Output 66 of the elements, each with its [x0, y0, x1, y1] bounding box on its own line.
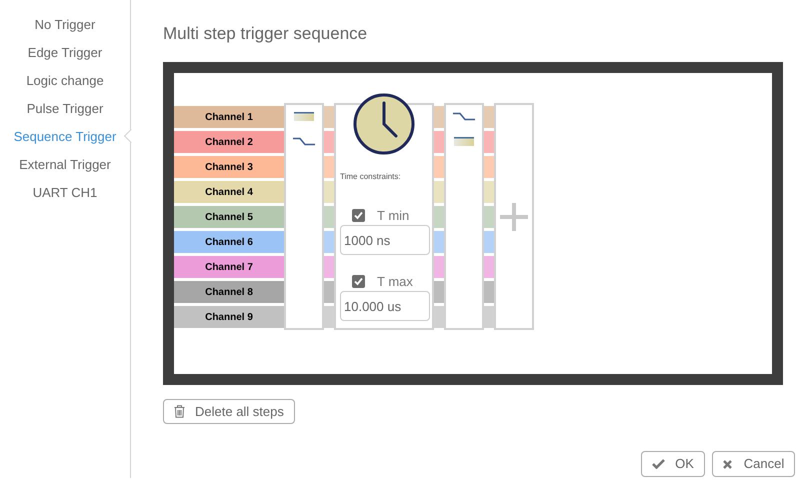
channel-track: [484, 131, 494, 153]
time-input-field[interactable]: 1000 ns: [340, 225, 430, 255]
channel-track: [434, 281, 444, 303]
cancel-button[interactable]: Cancel: [712, 451, 795, 477]
channel-label: Channel 7: [174, 256, 284, 278]
channel-track: [484, 281, 494, 303]
sidebar-item[interactable]: Sequence Trigger: [14, 127, 116, 146]
sidebar-item[interactable]: Pulse Trigger: [26, 99, 104, 118]
add-step-button[interactable]: [494, 103, 534, 330]
channel-track: [324, 281, 334, 303]
step-column[interactable]: [444, 103, 484, 330]
channel-track: [434, 306, 444, 328]
sidebar-item[interactable]: No Trigger: [34, 15, 96, 34]
channel-track: [324, 206, 334, 228]
channel-track: [484, 306, 494, 328]
checkbox[interactable]: [352, 275, 365, 288]
channel-label: Channel 3: [174, 156, 284, 178]
constraint-label: T min: [377, 209, 410, 222]
channel-track: [324, 131, 334, 153]
channel-track: [484, 206, 494, 228]
channel-track: [484, 106, 494, 128]
trash-icon: [174, 405, 185, 418]
page-title: Multi step trigger sequence: [163, 23, 368, 45]
channel-label: Channel 9: [174, 306, 284, 328]
close-icon: [722, 460, 732, 468]
channel-track: [324, 256, 334, 278]
time-input-field[interactable]: 10.000 us: [340, 291, 430, 321]
channel-track: [324, 181, 334, 203]
channel-track: [484, 256, 494, 278]
channel-track: [434, 106, 444, 128]
channel-track: [324, 106, 334, 128]
check-icon: [652, 459, 666, 469]
plus-icon: [500, 202, 528, 230]
channel-track: [434, 181, 444, 203]
sidebar-item[interactable]: External Trigger: [19, 155, 111, 174]
sidebar-item[interactable]: UART CH1: [32, 183, 98, 202]
channel-track: [324, 231, 334, 253]
level-icon: [294, 112, 314, 120]
channel-track: [484, 231, 494, 253]
channel-label: Channel 4: [174, 181, 284, 203]
channel-track: [324, 156, 334, 178]
channel-label: Channel 2: [174, 131, 284, 153]
channel-label: Channel 1: [174, 106, 284, 128]
channel-track: [434, 206, 444, 228]
checkbox[interactable]: [352, 209, 365, 222]
channel-track: [484, 156, 494, 178]
time-constraints-label: Time constraints:: [340, 171, 402, 183]
level-icon: [454, 136, 474, 146]
delete-all-steps-button[interactable]: Delete all steps: [163, 399, 295, 424]
constraint-label: T max: [377, 275, 413, 288]
channel-track: [434, 256, 444, 278]
channel-track: [484, 181, 494, 203]
falling-edge-icon: [453, 112, 475, 120]
channel-label: Channel 6: [174, 231, 284, 253]
ok-button[interactable]: OK: [641, 451, 705, 477]
channel-track: [324, 306, 334, 328]
channel-label: Channel 8: [174, 281, 284, 303]
channel-track: [434, 231, 444, 253]
sidebar-item[interactable]: Logic change: [26, 71, 104, 90]
channel-label: Channel 5: [174, 206, 284, 228]
channel-track: [434, 131, 444, 153]
step-column[interactable]: [284, 103, 324, 330]
channel-track: [434, 156, 444, 178]
falling-edge-icon: [293, 136, 315, 146]
clock-icon: [353, 93, 415, 155]
sidebar-item[interactable]: Edge Trigger: [28, 43, 102, 62]
